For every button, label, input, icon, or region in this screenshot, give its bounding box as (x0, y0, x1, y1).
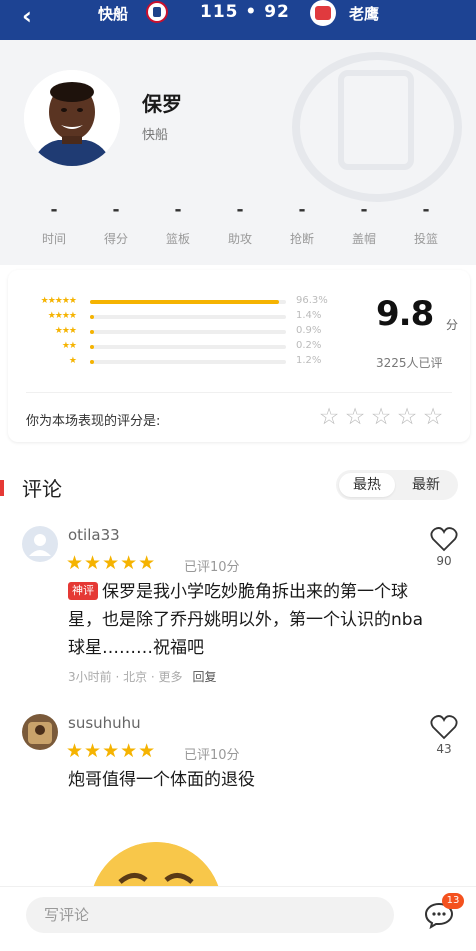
star-icons: ★★ (61, 341, 77, 351)
rating-percent: 0.9% (296, 325, 322, 336)
bottom-bar: 写评论 13 (0, 886, 476, 951)
rating-bar-fill (90, 360, 94, 364)
stat-label: 抢断 (289, 232, 314, 246)
top-bar: ‹ 快船 115 • 92 老鹰 (0, 0, 476, 40)
stat-blocks: - 盖帽 (334, 200, 394, 247)
stat-label: 盖帽 (351, 232, 376, 246)
rating-bar-fill (90, 330, 94, 334)
player-name: 保罗 (142, 92, 182, 116)
rating-bar (90, 315, 286, 319)
rating-bar (90, 300, 286, 304)
comment-time-location[interactable]: 3小时前 · 北京 · 更多 (68, 670, 183, 684)
hot-comment-badge: 神评 (68, 582, 98, 600)
star-outline-icon[interactable]: ☆ (342, 404, 368, 430)
stat-value: - (422, 200, 430, 220)
star-icons: ★★★★ (47, 311, 77, 321)
stat-value: - (174, 200, 182, 220)
player-team: 快船 (142, 128, 169, 143)
rating-bar (90, 330, 286, 334)
comment-text: 神评 保罗是我小学吃妙脆角拆出来的第一个球星，也是除了乔丹姚明以外，第一个认识的n… (68, 578, 428, 662)
team-logo-watermark-inner (338, 70, 414, 170)
stat-value: - (360, 200, 368, 220)
like-count: 43 (436, 742, 452, 756)
rating-card: ★★★★★ 96.3% ★★★★ 1.4% ★★★ 0.9% ★★ 0.2% ★… (8, 270, 470, 442)
star-icons: ★★★ (54, 326, 77, 336)
comment-username[interactable]: susuhuhu (68, 714, 141, 732)
chevron-left-icon[interactable]: ‹ (22, 2, 32, 30)
sort-hot-tab[interactable]: 最热 (339, 473, 395, 497)
sort-new-tab[interactable]: 最新 (398, 473, 454, 497)
stat-steals: - 抢断 (272, 200, 332, 247)
rating-row-3: ★★★ 0.9% (26, 325, 326, 338)
rater-count: 3225人已评 (376, 356, 443, 370)
stat-label: 得分 (103, 232, 128, 246)
star-icons: ★ (68, 356, 77, 366)
star-outline-icon[interactable]: ☆ (316, 404, 342, 430)
comment-meta: 3小时前 · 北京 · 更多 回复 (68, 668, 217, 685)
star-outline-icon[interactable]: ☆ (368, 404, 394, 430)
rating-row-5: ★★★★★ 96.3% (26, 295, 328, 308)
heart-icon[interactable] (430, 526, 458, 552)
stat-assists: - 助攻 (210, 200, 270, 247)
stat-value: - (50, 200, 58, 220)
stat-value: - (298, 200, 306, 220)
comment-body: 炮哥值得一个体面的退役 (68, 770, 255, 790)
rating-bar-fill (90, 345, 94, 349)
comment-username[interactable]: otila33 (68, 526, 120, 544)
your-rating-stars: ☆ ☆ ☆ ☆ ☆ (316, 404, 446, 430)
stat-value: - (236, 200, 244, 220)
heart-icon[interactable] (430, 714, 458, 740)
rating-bar (90, 345, 286, 349)
stat-rebounds: - 篮板 (148, 200, 208, 247)
write-comment-input[interactable]: 写评论 (26, 897, 394, 933)
stat-shooting: - 投篮 (396, 200, 456, 247)
stat-time: - 时间 (24, 200, 84, 247)
player-avatar (24, 70, 120, 166)
like-count: 90 (436, 554, 452, 568)
rating-percent: 96.3% (296, 295, 328, 306)
rating-bar (90, 360, 286, 364)
reply-button[interactable]: 回复 (193, 670, 217, 684)
average-score: 9.8 (376, 294, 434, 334)
rating-bar-fill (90, 315, 94, 319)
stat-label: 篮板 (165, 232, 190, 246)
user-avatar[interactable] (22, 526, 58, 562)
section-marker (0, 480, 4, 496)
comment-rated: 已评10分 (184, 748, 240, 763)
star-outline-icon[interactable]: ☆ (420, 404, 446, 430)
rating-row-1: ★ 1.2% (26, 355, 326, 368)
sort-toggle: 最热 最新 (336, 470, 458, 500)
your-rating-label: 你为本场表现的评分是: (26, 414, 161, 429)
star-icons: ★★★★★ (40, 296, 77, 306)
home-team-name[interactable]: 快船 (98, 3, 128, 24)
comment-rated: 已评10分 (184, 560, 240, 575)
rating-bar-fill (90, 300, 279, 304)
game-score: 115 • 92 (200, 2, 290, 22)
clippers-logo[interactable] (146, 1, 168, 23)
away-team-name[interactable]: 老鹰 (349, 3, 379, 24)
hawks-logo[interactable] (310, 0, 336, 26)
stat-value: - (112, 200, 120, 220)
comment-body: 保罗是我小学吃妙脆角拆出来的第一个球星，也是除了乔丹姚明以外，第一个认识的nba… (68, 582, 423, 658)
star-outline-icon[interactable]: ☆ (394, 404, 420, 430)
score-unit: 分 (446, 318, 459, 332)
comment-stars: ★★★★★ (66, 552, 157, 574)
comments-title: 评论 (22, 477, 62, 501)
comment-count-badge: 13 (442, 893, 464, 909)
rating-row-2: ★★ 0.2% (26, 340, 326, 353)
stat-label: 助攻 (227, 232, 252, 246)
rating-percent: 0.2% (296, 340, 322, 351)
stat-label: 时间 (41, 232, 66, 246)
comment-stars: ★★★★★ (66, 740, 157, 762)
rating-row-4: ★★★★ 1.4% (26, 310, 326, 323)
rating-percent: 1.2% (296, 355, 322, 366)
divider (26, 392, 452, 393)
stat-label: 投篮 (413, 232, 438, 246)
stat-points: - 得分 (86, 200, 146, 247)
user-avatar[interactable] (22, 714, 58, 750)
rating-percent: 1.4% (296, 310, 322, 321)
